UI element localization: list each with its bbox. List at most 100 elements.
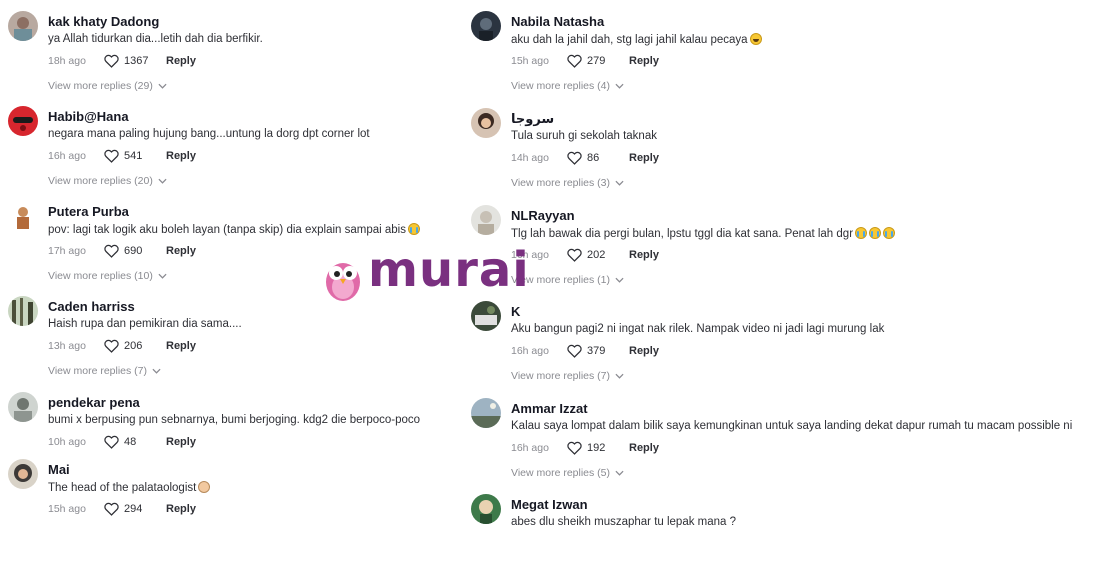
view-more-replies-button[interactable]: View more replies (3) [511,177,624,189]
comment-text: abes dlu sheikh muszaphar tu lepak mana … [511,516,736,528]
heart-icon[interactable] [567,248,582,262]
comment-username[interactable]: pendekar pena [48,395,140,410]
comment-username[interactable]: Megat Izwan [511,497,588,512]
reply-button[interactable]: Reply [629,345,659,357]
like-button[interactable]: 202 [567,248,629,262]
like-button[interactable]: 541 [104,149,166,163]
comment-username[interactable]: Mai [48,462,70,477]
heart-icon[interactable] [104,149,119,163]
reply-button[interactable]: Reply [166,503,196,515]
like-button[interactable]: 379 [567,344,629,358]
user-avatar[interactable] [471,11,501,41]
heart-icon[interactable] [567,344,582,358]
chevron-down-icon [158,83,167,89]
comment-item: Putera Purba pov: lagi tak logik aku bole… [8,197,448,289]
comment-username[interactable]: Caden harriss [48,299,135,314]
comment-text: ya Allah tidurkan dia...letih dah dia be… [48,33,263,45]
view-more-replies-button[interactable]: View more replies (1) [511,274,624,286]
comment-meta: 16h ago 541 Reply [48,148,196,164]
like-button[interactable]: 192 [567,441,629,455]
user-avatar[interactable] [471,205,501,235]
like-button[interactable]: 1367 [104,54,166,68]
view-more-replies-button[interactable]: View more replies (10) [48,270,167,282]
comment-username[interactable]: Putera Purba [48,204,129,219]
user-avatar[interactable] [8,201,38,231]
user-avatar[interactable] [471,494,501,524]
user-avatar[interactable] [471,398,501,428]
comment-text: aku dah la jahil dah, stg lagi jahil kal… [511,33,762,46]
comment-timestamp: 13h ago [48,340,86,352]
heart-icon[interactable] [104,435,119,449]
reply-button[interactable]: Reply [629,55,659,67]
comment-meta: 16h ago 202 Reply [511,247,659,263]
user-avatar[interactable] [471,301,501,331]
user-avatar[interactable] [8,296,38,326]
reply-button[interactable]: Reply [166,55,196,67]
avatar-image [8,459,38,489]
view-more-replies-button[interactable]: View more replies (20) [48,175,167,187]
like-count: 294 [124,503,143,515]
view-more-replies-button[interactable]: View more replies (29) [48,80,167,92]
heart-icon[interactable] [104,502,119,516]
comment-text: The head of the palataologist [48,481,211,494]
comment-text-content: Haish rupa dan pemikiran dia sama.... [48,318,242,330]
comment-text-content: aku dah la jahil dah, stg lagi jahil kal… [511,34,748,46]
avatar-image [8,11,38,41]
view-more-replies-button[interactable]: View more replies (7) [511,370,624,382]
like-button[interactable]: 690 [104,244,166,258]
heart-icon[interactable] [567,441,582,455]
like-button[interactable]: 86 [567,151,629,165]
user-avatar[interactable] [471,108,501,138]
user-avatar[interactable] [8,106,38,136]
comment-meta: 16h ago 192 Reply [511,440,659,456]
comment-item: Caden harriss Haish rupa dan pemikiran di… [8,292,448,384]
like-button[interactable]: 279 [567,54,629,68]
comment-username[interactable]: Habib@Hana [48,109,129,124]
like-button[interactable]: 206 [104,339,166,353]
comment-username[interactable]: Nabila Natasha [511,14,604,29]
avatar-image [471,301,501,331]
view-more-replies-label: View more replies (20) [48,175,153,187]
reply-button[interactable]: Reply [166,340,196,352]
view-more-replies-label: View more replies (1) [511,274,611,286]
reply-button[interactable]: Reply [629,152,659,164]
like-button[interactable]: 294 [104,502,166,516]
comment-text: Kalau saya lompat dalam bilik saya kemun… [511,420,1072,432]
reply-button[interactable]: Reply [166,245,196,257]
reply-button[interactable]: Reply [629,249,659,261]
heart-icon[interactable] [104,244,119,258]
view-more-replies-button[interactable]: View more replies (7) [48,365,161,377]
view-more-replies-button[interactable]: View more replies (5) [511,467,624,479]
reply-button[interactable]: Reply [629,442,659,454]
comment-text-content: bumi x berpusing pun sebnarnya, bumi ber… [48,414,421,426]
comment-timestamp: 17h ago [48,245,86,257]
like-count: 192 [587,442,606,454]
comment-text: pov: lagi tak logik aku boleh layan (tan… [48,223,420,236]
view-more-replies-button[interactable]: View more replies (4) [511,80,624,92]
comment-text: Tula suruh gi sekolah taknak [511,130,657,142]
heart-icon[interactable] [104,54,119,68]
reply-button[interactable]: Reply [166,150,196,162]
avatar-image [8,296,38,326]
chevron-down-icon [615,180,624,186]
heart-icon[interactable] [567,151,582,165]
reply-button[interactable]: Reply [166,436,196,448]
comment-username[interactable]: K [511,304,520,319]
comment-username[interactable]: NLRayyan [511,208,575,223]
like-button[interactable]: 48 [104,435,166,449]
comment-meta: 10h ago 48 Reply [48,434,196,450]
like-count: 48 [124,436,137,448]
user-avatar[interactable] [8,392,38,422]
comment-timestamp: 16h ago [511,249,549,261]
comment-meta: 14h ago 86 Reply [511,150,659,166]
comment-username[interactable]: سروجا [511,111,554,127]
user-avatar[interactable] [8,459,38,489]
comment-username[interactable]: Ammar Izzat [511,401,588,416]
heart-icon[interactable] [567,54,582,68]
heart-icon[interactable] [104,339,119,353]
chevron-down-icon [152,368,161,374]
comment-text-content: ya Allah tidurkan dia...letih dah dia be… [48,33,263,45]
like-count: 86 [587,152,600,164]
user-avatar[interactable] [8,11,38,41]
comment-username[interactable]: kak khaty Dadong [48,14,159,29]
